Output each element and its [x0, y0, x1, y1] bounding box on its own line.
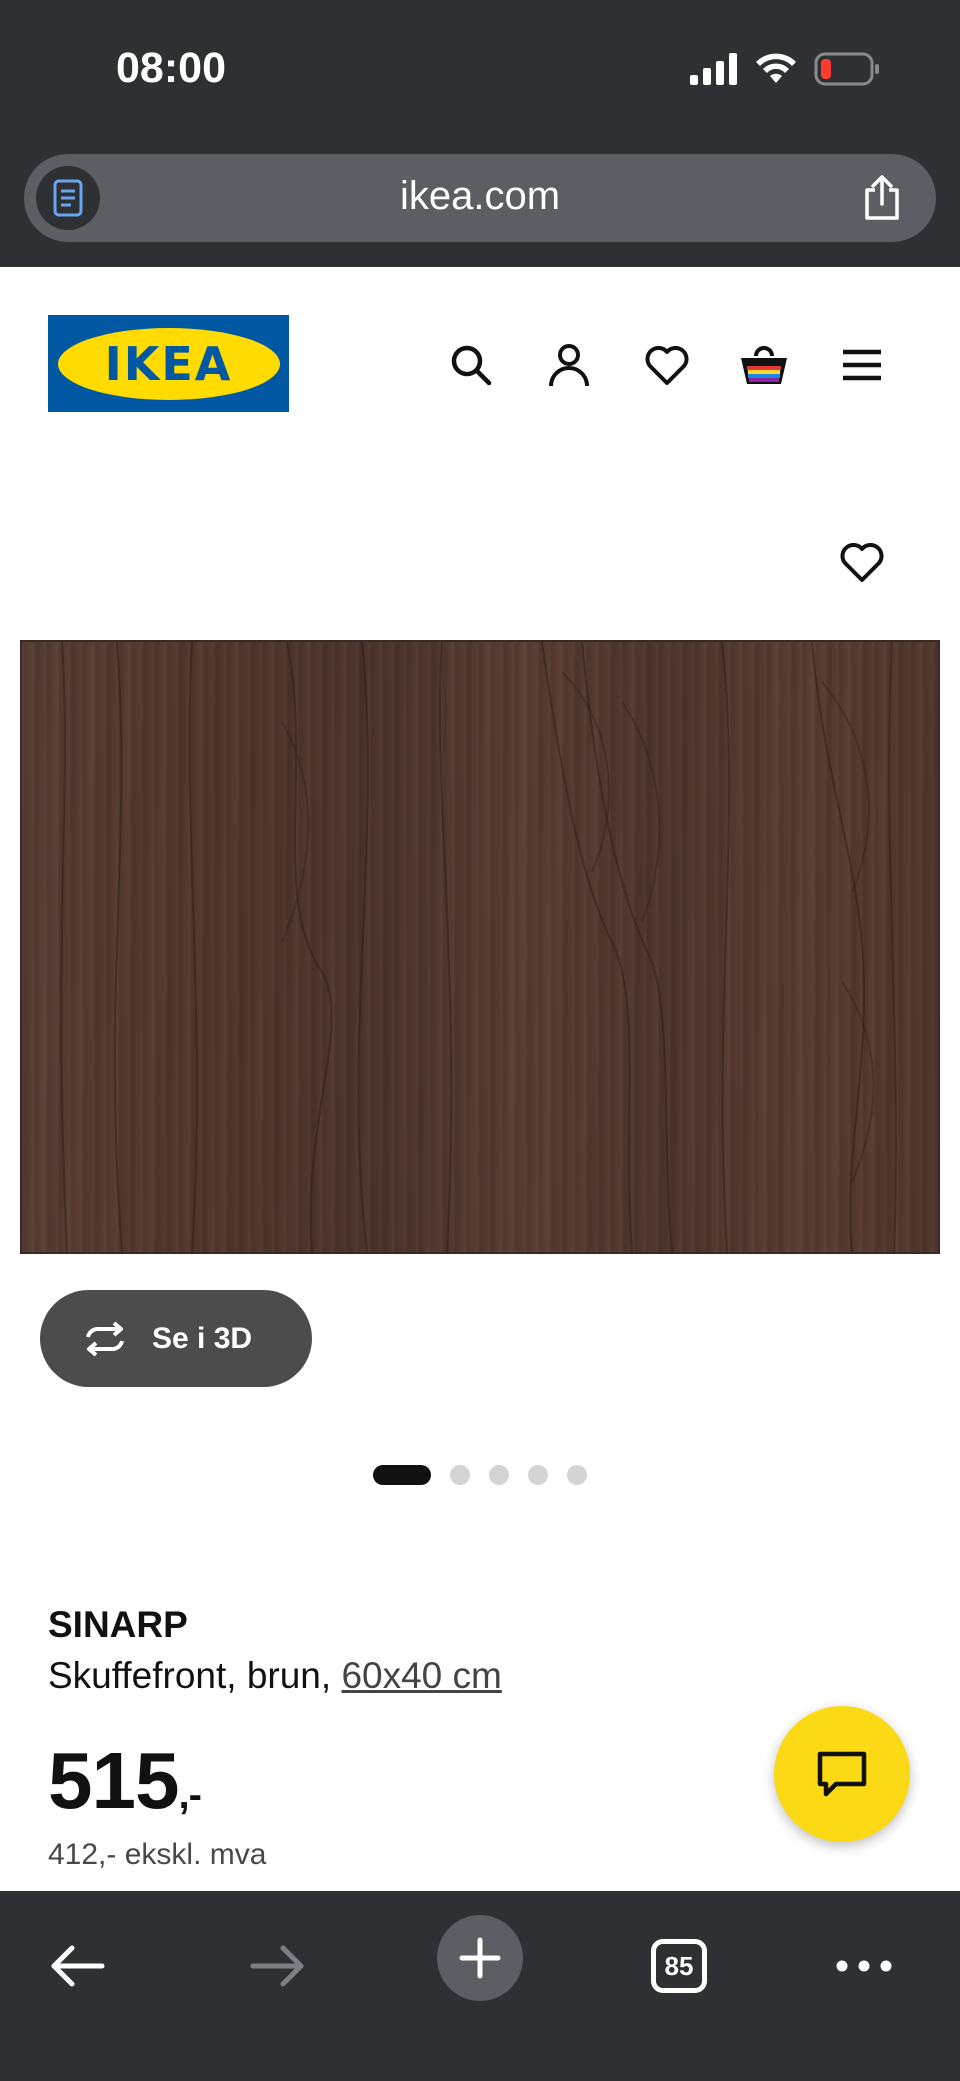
cart-button[interactable] — [736, 337, 792, 393]
wishlist-button[interactable] — [639, 337, 695, 393]
plus-icon — [459, 1937, 501, 1979]
more-icon — [836, 1960, 892, 1972]
url-text[interactable]: ikea.com — [24, 174, 936, 219]
menu-icon — [843, 349, 881, 381]
menu-button[interactable] — [834, 337, 890, 393]
signal-icon — [690, 53, 737, 85]
share-icon — [865, 175, 899, 220]
product-price: 515,- — [48, 1735, 202, 1827]
status-time: 08:00 — [116, 44, 226, 92]
account-button[interactable] — [541, 337, 597, 393]
status-icons — [690, 52, 880, 86]
ikea-logo[interactable]: IKEA — [48, 315, 289, 412]
arrow-left-icon — [51, 1945, 105, 1987]
carousel-dot[interactable] — [567, 1465, 587, 1485]
price-suffix: ,- — [178, 1773, 201, 1817]
carousel-dot-active[interactable] — [373, 1465, 431, 1485]
back-button[interactable] — [32, 1921, 122, 2011]
chat-icon — [817, 1751, 867, 1797]
tab-count: 85 — [651, 1939, 707, 1993]
product-size-link[interactable]: 60x40 cm — [341, 1655, 501, 1696]
heart-icon — [840, 543, 884, 582]
site-header: IKEA — [0, 267, 960, 467]
address-bar[interactable]: ikea.com — [24, 154, 936, 242]
browser-toolbar: 85 — [0, 1891, 960, 2081]
arrow-right-icon — [250, 1945, 304, 1987]
price-excl-vat: 412,- ekskl. mva — [48, 1838, 267, 1871]
share-button[interactable] — [852, 168, 912, 228]
wood-grain-texture — [60, 642, 897, 1252]
battery-icon — [814, 52, 879, 86]
more-menu-button[interactable] — [819, 1921, 909, 2011]
search-button[interactable] — [443, 337, 499, 393]
cart-icon — [741, 346, 787, 384]
carousel-dot[interactable] — [528, 1465, 548, 1485]
forward-button[interactable] — [233, 1921, 323, 2011]
product-description: Skuffefront, brun, 60x40 cm — [48, 1655, 502, 1697]
carousel-dot[interactable] — [489, 1465, 509, 1485]
view-3d-button[interactable]: Se i 3D — [40, 1290, 312, 1387]
logo-oval: IKEA — [57, 327, 280, 400]
account-icon — [549, 344, 589, 387]
product-name: SINARP — [48, 1604, 188, 1645]
add-to-wishlist-button[interactable] — [834, 534, 890, 590]
carousel-pagination — [373, 1465, 587, 1485]
rotate-3d-icon — [86, 1320, 124, 1357]
browser-top-bar: 08:00 ikea.com — [0, 0, 960, 267]
carousel-dot[interactable] — [450, 1465, 470, 1485]
product-image[interactable] — [20, 640, 940, 1254]
chat-button[interactable] — [774, 1706, 910, 1842]
tabs-button[interactable]: 85 — [634, 1921, 724, 2011]
product-description-text: Skuffefront, brun, — [48, 1655, 342, 1696]
search-icon — [451, 345, 492, 386]
new-tab-button[interactable] — [437, 1915, 523, 2001]
view-3d-label: Se i 3D — [152, 1321, 253, 1355]
heart-icon — [645, 346, 689, 385]
wifi-icon — [756, 53, 796, 83]
price-main: 515 — [48, 1736, 179, 1825]
logo-text: IKEA — [104, 336, 233, 391]
